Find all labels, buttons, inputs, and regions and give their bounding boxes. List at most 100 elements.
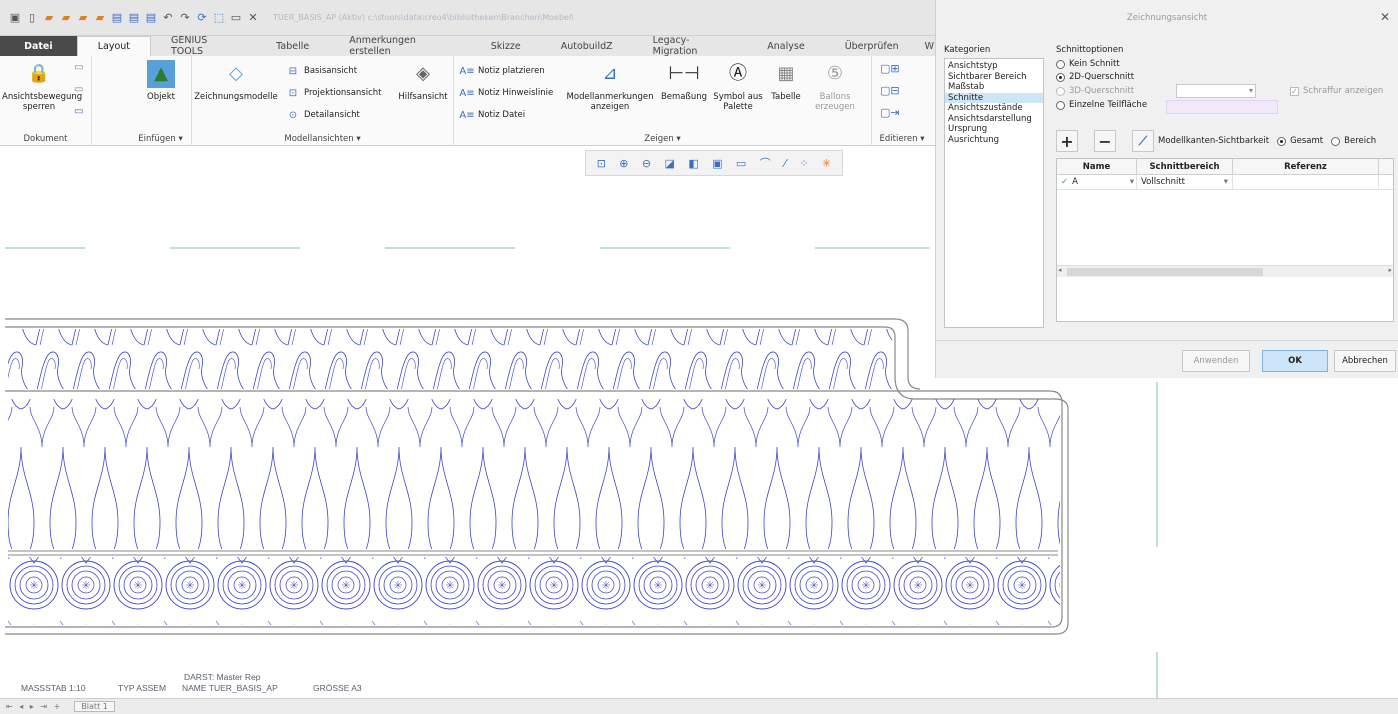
- select-icon[interactable]: ⬚: [212, 11, 226, 25]
- option-3d-querschnitt[interactable]: 3D-Querschnitt: [1056, 86, 1134, 96]
- hilfsansicht-button[interactable]: ◈ Hilfsansicht: [394, 60, 452, 103]
- cell-referenz[interactable]: [1233, 175, 1379, 189]
- view-icon[interactable]: ▣: [712, 157, 722, 170]
- group-label-einfuegen[interactable]: Einfügen ▾: [130, 134, 191, 144]
- projektionsansicht-button[interactable]: ⊡ Projektionsansicht: [286, 86, 382, 100]
- option-einzelne-teilflaeche[interactable]: Einzelne Teilfläche: [1056, 100, 1147, 110]
- kategorie-sichtbarer-bereich[interactable]: Sichtbarer Bereich: [945, 72, 1043, 83]
- sheet-icon[interactable]: ▭: [74, 106, 83, 117]
- zoom-fit-icon[interactable]: ⊡: [597, 157, 606, 170]
- edit-icon[interactable]: ▢⊞: [880, 62, 900, 75]
- detailansicht-button[interactable]: ⊙ Detailansicht: [286, 108, 360, 122]
- kategorie-ansichtstyp[interactable]: Ansichtstyp: [945, 61, 1043, 72]
- regenerate-icon[interactable]: ⟳: [195, 11, 209, 25]
- datum-icon[interactable]: ⌒: [760, 155, 771, 171]
- add-section-button[interactable]: +: [1056, 130, 1078, 152]
- tab-ueberpruefen[interactable]: Überprüfen: [825, 36, 919, 56]
- table-row[interactable]: ✓ A ▾ Vollschnitt ▾: [1057, 175, 1393, 190]
- zoom-out-icon[interactable]: ⊖: [642, 157, 651, 170]
- page-icon[interactable]: ▭: [74, 84, 83, 95]
- ballons-erzeugen-button[interactable]: ⑤ Ballons erzeugen: [810, 60, 860, 113]
- view-icon[interactable]: ▭: [736, 157, 746, 170]
- axis-icon[interactable]: ⁄: [784, 157, 786, 170]
- querschnitt-select[interactable]: ▾: [1176, 84, 1256, 98]
- option-kein-schnitt[interactable]: Kein Schnitt: [1056, 59, 1120, 69]
- scrollbar-thumb[interactable]: [1067, 268, 1263, 276]
- basisansicht-button[interactable]: ⊟ Basisansicht: [286, 64, 357, 78]
- remove-section-button[interactable]: −: [1094, 130, 1116, 152]
- kategorie-ausrichtung[interactable]: Ausrichtung: [945, 135, 1043, 146]
- page-icon[interactable]: ▭: [74, 62, 83, 73]
- option-2d-querschnitt[interactable]: 2D-Querschnitt: [1056, 72, 1134, 82]
- bemassung-button[interactable]: ⊢⊣ Bemaßung: [658, 60, 710, 103]
- repaint-icon[interactable]: ◪: [665, 157, 675, 170]
- group-label-editieren[interactable]: Editieren ▾: [872, 134, 932, 144]
- tab-skizze[interactable]: Skizze: [471, 36, 541, 56]
- kategorie-massstab[interactable]: Maßstab: [945, 82, 1043, 93]
- radio-icon[interactable]: [1331, 136, 1341, 146]
- kategorie-ansichtszustaende[interactable]: Ansichtszustände: [945, 103, 1043, 114]
- tab-genius-tools[interactable]: GENIUS TOOLS: [151, 35, 256, 57]
- tabelle-button[interactable]: ▦ Tabelle: [766, 60, 806, 103]
- undo-icon[interactable]: ↶: [161, 11, 175, 25]
- point-icon[interactable]: ⁘: [799, 157, 808, 170]
- kategorie-ursprung[interactable]: Ursprung: [945, 124, 1043, 135]
- teilflaeche-field[interactable]: [1166, 100, 1278, 114]
- tab-analyse[interactable]: Analyse: [747, 36, 824, 56]
- radio-selected-icon[interactable]: [1277, 136, 1287, 146]
- tab-tabelle[interactable]: Tabelle: [256, 36, 329, 56]
- edit-icon[interactable]: ▢⇥: [880, 106, 900, 119]
- tab-anmerkungen[interactable]: Anmerkungen erstellen: [329, 35, 470, 57]
- ansichtsbewegung-sperren-button[interactable]: 🔒 Ansichtsbewegung sperren: [2, 60, 82, 113]
- close-icon[interactable]: ✕: [246, 11, 260, 25]
- kategorie-schnitte[interactable]: Schnitte: [945, 92, 1043, 103]
- sheet-navigation[interactable]: ⇤ ◂ ▸ ⇥ +: [6, 702, 62, 711]
- anwenden-button[interactable]: Anwenden: [1182, 350, 1250, 372]
- cell-name[interactable]: ✓ A ▾: [1057, 175, 1137, 189]
- notiz-platzieren-button[interactable]: A≡ Notiz platzieren: [459, 64, 544, 78]
- symbol-aus-palette-button[interactable]: Ⓐ Symbol aus Palette: [712, 60, 764, 113]
- edge-icon: ⟋: [1138, 133, 1148, 148]
- redo-icon[interactable]: ↷: [178, 11, 192, 25]
- scroll-left-icon[interactable]: ◂: [1058, 266, 1062, 274]
- zoom-in-icon[interactable]: ⊕: [619, 157, 628, 170]
- cell-schnittbereich[interactable]: Vollschnitt ▾: [1137, 175, 1233, 189]
- shading-icon[interactable]: ◧: [688, 157, 698, 170]
- tab-layout[interactable]: Layout: [76, 36, 151, 56]
- objekt-button[interactable]: ▲ Objekt: [136, 60, 186, 102]
- tab-autobuildz[interactable]: AutobuildZ: [541, 36, 633, 56]
- open-icon[interactable]: ▰: [42, 11, 56, 25]
- save-icon[interactable]: ▤: [110, 11, 124, 25]
- group-label-zeigen[interactable]: Zeigen ▾: [454, 134, 871, 144]
- tab-datei[interactable]: Datei: [0, 36, 77, 56]
- save-icon[interactable]: ▤: [144, 11, 158, 25]
- new-icon[interactable]: ▯: [25, 11, 39, 25]
- table-scrollbar[interactable]: ◂ ▸: [1057, 265, 1393, 277]
- open-icon[interactable]: ▰: [59, 11, 73, 25]
- zeichnungsmodelle-button[interactable]: ◇ Zeichnungsmodelle: [194, 60, 278, 103]
- minus-icon: −: [1098, 131, 1112, 151]
- tab-legacy-migration[interactable]: Legacy-Migration: [633, 35, 748, 57]
- kategorie-ansichtsdarstellung[interactable]: Ansichtsdarstellung: [945, 114, 1043, 125]
- edit-icon[interactable]: ▢⊟: [880, 84, 900, 97]
- schraffur-checkbox[interactable]: ✓ Schraffur anzeigen: [1290, 86, 1383, 96]
- group-label-modellansichten[interactable]: Modellansichten ▾: [192, 134, 453, 144]
- open-icon[interactable]: ▰: [76, 11, 90, 25]
- notiz-hinweislinie-button[interactable]: A≡ Notiz Hinweislinie: [459, 86, 553, 100]
- edge-visibility-button[interactable]: ⟋: [1132, 130, 1154, 152]
- abbrechen-button[interactable]: Abbrechen: [1334, 350, 1396, 372]
- cell-name-text: A: [1072, 177, 1078, 187]
- chevron-down-icon[interactable]: ▾: [1130, 177, 1134, 187]
- open-icon[interactable]: ▰: [93, 11, 107, 25]
- scroll-right-icon[interactable]: ▸: [1388, 266, 1392, 274]
- csys-icon[interactable]: ✳: [822, 157, 831, 170]
- window-icon[interactable]: ▭: [229, 11, 243, 25]
- ok-button[interactable]: OK: [1262, 350, 1328, 372]
- modellanmerkungen-button[interactable]: ⊿ Modellanmerkungen anzeigen: [562, 60, 658, 113]
- close-icon[interactable]: ✕: [1380, 10, 1390, 24]
- notiz-datei-button[interactable]: A≡ Notiz Datei: [459, 108, 525, 122]
- sheet-tab[interactable]: Blatt 1: [74, 701, 115, 712]
- chevron-down-icon[interactable]: ▾: [1224, 177, 1228, 187]
- window-icon[interactable]: ▣: [8, 11, 22, 25]
- save-icon[interactable]: ▤: [127, 11, 141, 25]
